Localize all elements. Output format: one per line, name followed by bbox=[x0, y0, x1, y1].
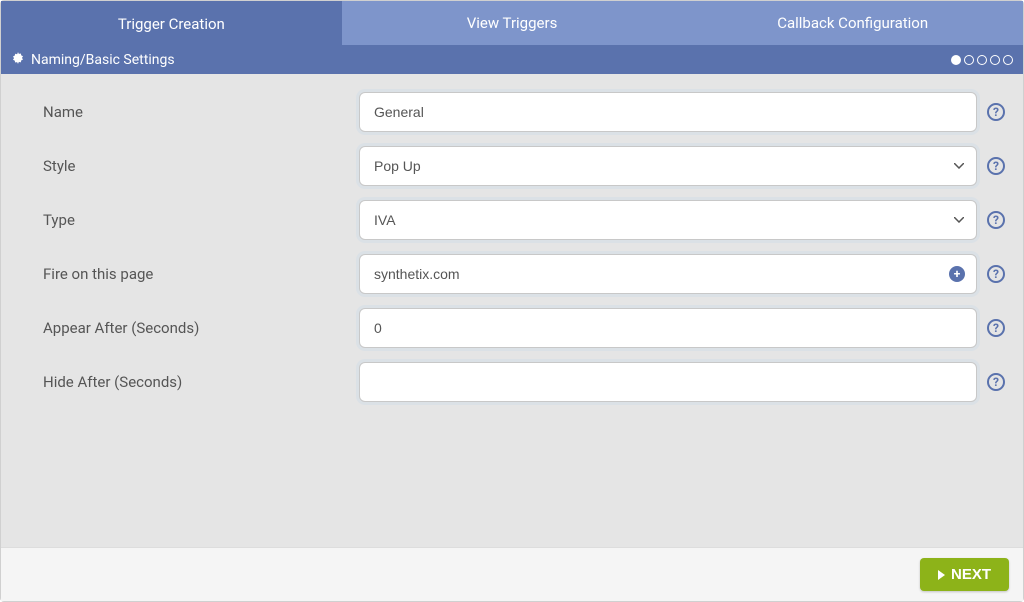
help-icon[interactable]: ? bbox=[987, 265, 1005, 283]
hide-after-input[interactable] bbox=[359, 362, 977, 402]
tab-label: Trigger Creation bbox=[118, 15, 225, 33]
form-area: Name ? Style Pop Up ? Type IVA ? bbox=[1, 74, 1023, 547]
progress-dot-3 bbox=[977, 55, 987, 65]
section-header-left: Naming/Basic Settings bbox=[11, 51, 175, 69]
next-button-label: NEXT bbox=[951, 566, 991, 583]
name-input[interactable] bbox=[359, 92, 977, 132]
appear-after-input[interactable] bbox=[359, 308, 977, 348]
progress-dot-4 bbox=[990, 55, 1000, 65]
tab-trigger-creation[interactable]: Trigger Creation bbox=[1, 1, 342, 46]
chevron-right-icon bbox=[938, 570, 945, 580]
gear-icon bbox=[11, 51, 25, 69]
label-name: Name bbox=[19, 103, 359, 121]
tab-label: View Triggers bbox=[467, 14, 558, 32]
help-icon[interactable]: ? bbox=[987, 157, 1005, 175]
add-icon[interactable]: + bbox=[949, 266, 965, 282]
label-style: Style bbox=[19, 157, 359, 175]
label-type: Type bbox=[19, 211, 359, 229]
tab-callback-configuration[interactable]: Callback Configuration bbox=[682, 1, 1023, 46]
progress-dot-2 bbox=[964, 55, 974, 65]
tab-bar: Trigger Creation View Triggers Callback … bbox=[1, 1, 1023, 46]
section-header: Naming/Basic Settings bbox=[1, 46, 1023, 74]
fire-page-input[interactable] bbox=[359, 254, 977, 294]
section-title: Naming/Basic Settings bbox=[31, 52, 175, 68]
help-icon[interactable]: ? bbox=[987, 319, 1005, 337]
label-hide-after: Hide After (Seconds) bbox=[19, 373, 359, 391]
row-hide-after: Hide After (Seconds) ? bbox=[19, 362, 1005, 402]
next-button[interactable]: NEXT bbox=[920, 558, 1009, 591]
footer: NEXT bbox=[1, 547, 1023, 601]
style-select[interactable]: Pop Up bbox=[359, 146, 977, 186]
row-name: Name ? bbox=[19, 92, 1005, 132]
progress-indicator bbox=[951, 55, 1013, 65]
row-type: Type IVA ? bbox=[19, 200, 1005, 240]
row-style: Style Pop Up ? bbox=[19, 146, 1005, 186]
tab-view-triggers[interactable]: View Triggers bbox=[342, 1, 683, 46]
type-select[interactable]: IVA bbox=[359, 200, 977, 240]
row-fire-page: Fire on this page + ? bbox=[19, 254, 1005, 294]
help-icon[interactable]: ? bbox=[987, 373, 1005, 391]
help-icon[interactable]: ? bbox=[987, 211, 1005, 229]
progress-dot-5 bbox=[1003, 55, 1013, 65]
label-fire-page: Fire on this page bbox=[19, 265, 359, 283]
label-appear-after: Appear After (Seconds) bbox=[19, 319, 359, 337]
progress-dot-1 bbox=[951, 55, 961, 65]
help-icon[interactable]: ? bbox=[987, 103, 1005, 121]
row-appear-after: Appear After (Seconds) ? bbox=[19, 308, 1005, 348]
app-container: Trigger Creation View Triggers Callback … bbox=[0, 0, 1024, 602]
tab-label: Callback Configuration bbox=[777, 14, 928, 32]
